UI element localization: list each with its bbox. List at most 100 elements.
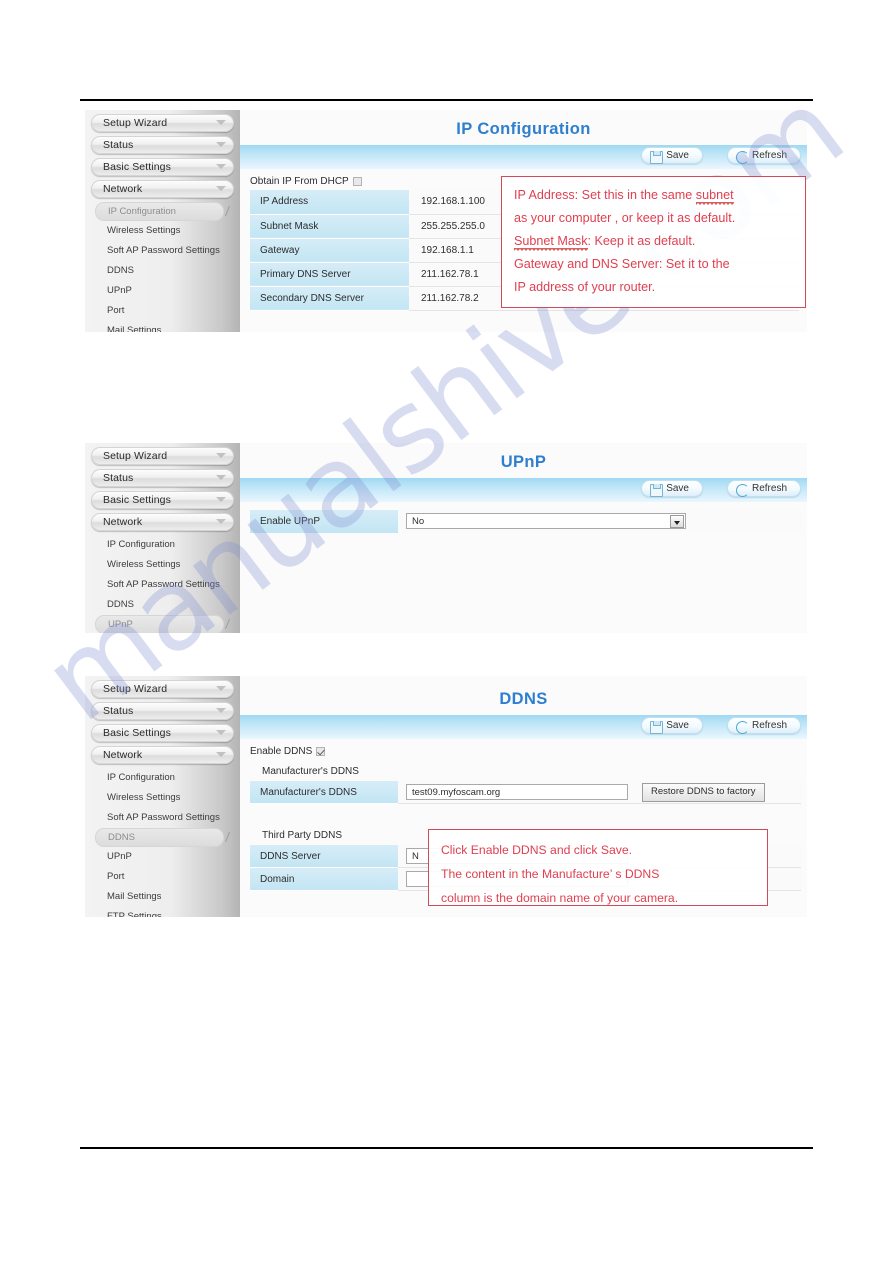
manufacturer-ddns-label: Manufacturer's DDNS (250, 781, 398, 804)
sidebar-item-mail-settings[interactable]: Mail Settings (85, 321, 240, 332)
sidebar-panel3: Setup Wizard Status Basic Settings Netwo… (85, 676, 240, 917)
save-button[interactable]: Save (641, 147, 703, 164)
sidebar-item-label: Wireless Settings (107, 559, 181, 570)
sidebar-item-basic-settings[interactable]: Basic Settings (91, 724, 234, 742)
sidebar-item-label: IP Configuration (107, 772, 175, 783)
sidebar-item-label: Port (107, 305, 125, 316)
sidebar-item-wireless-settings[interactable]: Wireless Settings (85, 221, 240, 241)
page-title: IP Configuration (456, 120, 591, 138)
ddns-server-label: DDNS Server (250, 845, 398, 868)
selected-marker-icon (225, 831, 235, 843)
enable-upnp-field: No (398, 510, 801, 533)
sidebar-item-network[interactable]: Network (91, 746, 234, 764)
sidebar-item-label: Setup Wizard (103, 683, 168, 695)
sidebar-item-label: Network (103, 183, 143, 195)
domain-label: Domain (250, 868, 398, 891)
sidebar-item-label: FTP Settings (107, 911, 162, 917)
sidebar-item-label: IP Configuration (108, 206, 176, 217)
restore-ddns-button[interactable]: Restore DDNS to factory (642, 782, 765, 802)
sidebar-item-ip-configuration[interactable]: IP Configuration (95, 202, 224, 221)
sidebar-item-label: Soft AP Password Settings (107, 579, 220, 590)
annotation-line: Click Enable DDNS and click Save. (441, 843, 633, 857)
sidebar-item-soft-ap-password-settings[interactable]: Soft AP Password Settings (85, 808, 240, 828)
chevron-down-icon (216, 186, 226, 191)
enable-ddns-label: Enable DDNS (250, 746, 313, 757)
chevron-down-icon (216, 453, 226, 458)
sidebar-item-network[interactable]: Network (91, 180, 234, 198)
sidebar-item-label: Setup Wizard (103, 117, 168, 129)
sidebar-item-basic-settings[interactable]: Basic Settings (91, 158, 234, 176)
enable-ddns-checkbox[interactable] (316, 747, 326, 756)
enable-upnp-select[interactable]: No (406, 513, 686, 529)
sidebar-item-label: IP Configuration (107, 539, 175, 550)
sidebar-item-upnp[interactable]: UPnP (95, 615, 224, 633)
page-title: DDNS (499, 690, 548, 708)
chevron-down-icon (216, 142, 226, 147)
dhcp-checkbox[interactable] (352, 177, 362, 186)
annotation-line: as your computer , or keep it as default… (514, 211, 736, 225)
sidebar-panel1: Setup Wizard Status Basic Settings Netwo… (85, 110, 240, 332)
chevron-down-icon (216, 497, 226, 502)
sidebar-item-label: Port (107, 871, 125, 882)
page-footer-rule (80, 1147, 813, 1149)
chevron-down-icon (216, 708, 226, 713)
sidebar-item-label: Soft AP Password Settings (107, 812, 220, 823)
refresh-button[interactable]: Refresh (726, 717, 801, 734)
sidebar-item-setup-wizard[interactable]: Setup Wizard (91, 447, 234, 465)
row-label: Subnet Mask (250, 214, 409, 239)
sidebar-item-port[interactable]: Port (85, 301, 240, 321)
chevron-down-icon (216, 752, 226, 757)
row-label: Gateway (250, 238, 409, 263)
sidebar-item-status[interactable]: Status (91, 469, 234, 487)
sidebar-item-ip-configuration[interactable]: IP Configuration (85, 535, 240, 555)
save-button[interactable]: Save (641, 717, 703, 734)
sidebar-item-ftp-settings[interactable]: FTP Settings (85, 907, 240, 917)
row-label: Primary DNS Server (250, 262, 409, 287)
manufacturer-ddns-field: test09.myfoscam.org Restore DDNS to fact… (398, 781, 801, 804)
annotation-line: IP Address: Set this in the same subnet (514, 188, 734, 202)
sidebar-item-label: Soft AP Password Settings (107, 245, 220, 256)
manufacturer-ddns-input[interactable]: test09.myfoscam.org (406, 784, 628, 800)
annotation-line: Subnet Mask: Keep it as default. (514, 234, 696, 248)
sidebar-item-wireless-settings[interactable]: Wireless Settings (85, 788, 240, 808)
annotation-callout-ip: IP Address: Set this in the same subnet … (501, 176, 806, 308)
sidebar-item-basic-settings[interactable]: Basic Settings (91, 491, 234, 509)
sidebar-item-setup-wizard[interactable]: Setup Wizard (91, 680, 234, 698)
sidebar-item-status[interactable]: Status (91, 136, 234, 154)
floppy-disk-icon (650, 484, 664, 497)
sidebar-panel2: Setup Wizard Status Basic Settings Netwo… (85, 443, 240, 633)
save-button[interactable]: Save (641, 480, 703, 497)
sidebar-item-wireless-settings[interactable]: Wireless Settings (85, 555, 240, 575)
sidebar-item-status[interactable]: Status (91, 702, 234, 720)
manufacturer-ddns-heading: Manufacturer's DDNS (262, 766, 359, 777)
sidebar-item-network[interactable]: Network (91, 513, 234, 531)
refresh-button[interactable]: Refresh (726, 480, 801, 497)
selected-marker-icon (225, 618, 235, 630)
toolbar-panel2: Save Refresh (240, 478, 807, 502)
chevron-down-icon (216, 475, 226, 480)
chevron-down-icon[interactable] (670, 515, 684, 528)
sidebar-item-label: Wireless Settings (107, 225, 181, 236)
floppy-disk-icon (650, 721, 664, 734)
sidebar-item-ddns[interactable]: DDNS (95, 828, 224, 847)
sidebar-item-ip-configuration[interactable]: IP Configuration (85, 768, 240, 788)
chevron-down-icon (216, 120, 226, 125)
refresh-button[interactable]: Refresh (726, 147, 801, 164)
annotation-line: column is the domain name of your camera… (441, 891, 679, 905)
sidebar-item-port[interactable]: Port (85, 867, 240, 887)
toolbar-panel1: Save Refresh (240, 145, 807, 169)
sidebar-item-upnp[interactable]: UPnP (85, 847, 240, 867)
page-title: UPnP (500, 453, 547, 471)
sidebar-item-soft-ap-password-settings[interactable]: Soft AP Password Settings (85, 575, 240, 595)
sidebar-item-upnp[interactable]: UPnP (85, 281, 240, 301)
sidebar-item-ddns[interactable]: DDNS (85, 261, 240, 281)
sidebar-item-label: Status (103, 472, 134, 484)
sidebar-item-mail-settings[interactable]: Mail Settings (85, 887, 240, 907)
sidebar-item-label: Mail Settings (107, 891, 162, 902)
sidebar-item-setup-wizard[interactable]: Setup Wizard (91, 114, 234, 132)
sidebar-item-label: Status (103, 139, 134, 151)
page-header-rule (80, 99, 813, 101)
sidebar-item-soft-ap-password-settings[interactable]: Soft AP Password Settings (85, 241, 240, 261)
circular-arrow-icon (735, 484, 749, 497)
sidebar-item-ddns[interactable]: DDNS (85, 595, 240, 615)
